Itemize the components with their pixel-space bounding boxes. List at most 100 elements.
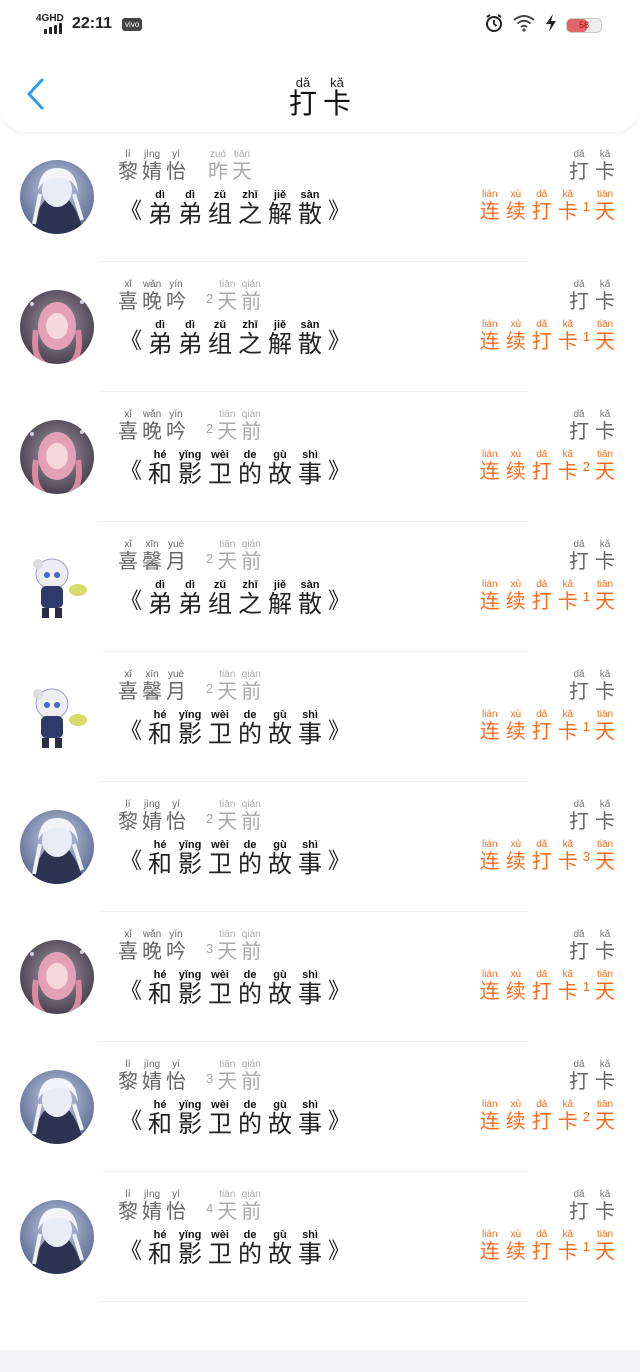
checkin-button[interactable]: dǎ 打 kǎ 卡 — [566, 410, 618, 443]
punch-char: dǎ 打 — [566, 1060, 592, 1093]
status-bar: 4GHD 22:11 vivo 58 — [0, 0, 640, 48]
list-item[interactable]: xǐ 喜 wǎn 晚 yín 吟 2 tiān 天 qián 前《 hé 和 yǐng 影 wèi 卫 de 的 gù… — [0, 392, 640, 522]
list-item[interactable]: lí 黎 jìng 婧 yí 怡 4 tiān 天 qián 前《 hé 和 yǐng 影 wèi 卫 de 的 gù… — [0, 1172, 640, 1302]
story-char: de 的 — [235, 1230, 265, 1268]
list-item[interactable]: xǐ 喜 xīn 馨 yuè 月 2 tiān 天 qián 前《 hé 和 yǐng 影 wèi 卫 de 的 gù… — [0, 652, 640, 782]
hanzi: 弟 — [178, 200, 203, 228]
story-title[interactable]: 《 dì 弟 dì 弟 zǔ 组 zhī 之 jiě 解 sàn 散》 — [120, 320, 350, 358]
checkin-button[interactable]: dǎ 打 kǎ 卡 — [566, 800, 618, 833]
story-char: gù 故 — [265, 1230, 295, 1268]
open-bracket: 《 — [120, 589, 143, 615]
list-item[interactable]: lí 黎 jìng 婧 yí 怡 2 tiān 天 qián 前《 hé 和 yǐng 影 wèi 卫 de 的 gù… — [0, 782, 640, 912]
hanzi: 影 — [178, 720, 203, 748]
hanzi: 打 — [569, 289, 589, 313]
hanzi: 婧 — [142, 1069, 162, 1093]
story-title[interactable]: 《 hé 和 yǐng 影 wèi 卫 de 的 gù 故 shì 事》 — [120, 1100, 350, 1138]
list-item[interactable]: xǐ 喜 wǎn 晚 yín 吟 2 tiān 天 qián 前《 dì 弟 dì 弟 zǔ 组 zhī 之 jiě 解… — [0, 262, 640, 392]
streak-count: 2 — [582, 1109, 590, 1124]
story-char: wèi 卫 — [205, 1100, 235, 1138]
hanzi: 天 — [595, 329, 615, 353]
hanzi: 前 — [241, 1069, 262, 1093]
story-char: dì 弟 — [145, 320, 175, 358]
story-char: wèi 卫 — [205, 840, 235, 878]
story-title[interactable]: 《 hé 和 yǐng 影 wèi 卫 de 的 gù 故 shì 事》 — [120, 970, 350, 1008]
hanzi: 故 — [268, 1110, 293, 1138]
checkin-button[interactable]: dǎ 打 kǎ 卡 — [566, 1060, 618, 1093]
days-ago-number: 2 — [206, 681, 214, 696]
list-item[interactable]: lí 黎 jìng 婧 yí 怡 zuó 昨 tiān 天《 dì 弟 dì 弟 zǔ 组 zhī 之 jiě 解 sà… — [0, 132, 640, 262]
story-title[interactable]: 《 hé 和 yǐng 影 wèi 卫 de 的 gù 故 shì 事》 — [120, 1230, 350, 1268]
hanzi: 连 — [479, 329, 500, 353]
days-ago-number: 4 — [206, 1201, 214, 1216]
hanzi: 卫 — [208, 850, 233, 878]
story-title[interactable]: 《 dì 弟 dì 弟 zǔ 组 zhī 之 jiě 解 sàn 散》 — [120, 190, 350, 228]
hanzi: 卫 — [208, 720, 233, 748]
hanzi: 打 — [288, 87, 317, 120]
streak-char: tiān天 — [592, 840, 618, 873]
story-title[interactable]: 《 hé 和 yǐng 影 wèi 卫 de 的 gù 故 shì 事》 — [120, 840, 350, 878]
hanzi: 之 — [238, 200, 263, 228]
hanzi: 馨 — [142, 679, 162, 703]
streak-char: dǎ打 — [529, 190, 555, 223]
streak-label: lián 连 xù 续 dǎ 打 kǎ 卡 1 tiān 天 — [477, 710, 618, 743]
checkin-button[interactable]: dǎ 打 kǎ 卡 — [566, 540, 618, 573]
hanzi: 之 — [238, 590, 263, 618]
hanzi: 卡 — [557, 199, 578, 223]
hanzi: 故 — [268, 460, 293, 488]
hanzi: 天 — [217, 289, 238, 313]
hanzi: 月 — [166, 549, 186, 573]
checkin-button[interactable]: dǎ 打 kǎ 卡 — [566, 930, 618, 963]
streak-char: tiān天 — [592, 1230, 618, 1263]
punch-char: dǎ 打 — [566, 540, 592, 573]
hanzi: 打 — [531, 199, 552, 223]
streak-label: lián 连 xù 续 dǎ 打 kǎ 卡 1 tiān 天 — [477, 580, 618, 613]
hanzi: 打 — [569, 809, 589, 833]
hanzi: 事 — [298, 460, 323, 488]
user-meta: lí 黎 jìng 婧 yí 怡 2 tiān 天 qián 前 — [116, 800, 263, 833]
time-char: tiān 天 — [215, 930, 239, 963]
story-title[interactable]: 《 hé 和 yǐng 影 wèi 卫 de 的 gù 故 shì 事》 — [120, 710, 350, 748]
story-char: wèi 卫 — [205, 970, 235, 1008]
list-item[interactable]: lí 黎 jìng 婧 yí 怡 3 tiān 天 qián 前《 hé 和 yǐng 影 wèi 卫 de 的 gù… — [0, 1042, 640, 1172]
hanzi: 晚 — [142, 289, 162, 313]
list-item[interactable]: xǐ 喜 xīn 馨 yuè 月 2 tiān 天 qián 前《 dì 弟 dì 弟 zǔ 组 zhī 之 jiě 解… — [0, 522, 640, 652]
alarm-icon — [484, 13, 504, 37]
streak-char: lián连 — [477, 970, 503, 1003]
app-header: dǎ 打 kǎ 卡 — [0, 48, 640, 132]
user-name: lí 黎 jìng 婧 yí 怡 — [116, 800, 188, 833]
time-char: qián 前 — [239, 280, 263, 313]
hanzi: 影 — [178, 1240, 203, 1268]
hanzi: 解 — [268, 590, 293, 618]
streak-label: lián 连 xù 续 dǎ 打 kǎ 卡 1 tiān 天 — [477, 320, 618, 353]
checkin-button[interactable]: dǎ 打 kǎ 卡 — [566, 1190, 618, 1223]
name-char: wǎn 晚 — [140, 930, 164, 963]
punch-char: kǎ 卡 — [592, 1060, 618, 1093]
story-char: yǐng 影 — [175, 1230, 205, 1268]
list-item[interactable]: xǐ 喜 wǎn 晚 yín 吟 3 tiān 天 qián 前《 hé 和 yǐng 影 wèi 卫 de 的 gù… — [0, 912, 640, 1042]
hanzi: 婧 — [142, 159, 162, 183]
time-char: qián 前 — [239, 1190, 263, 1223]
hanzi: 打 — [531, 849, 552, 873]
streak-label: lián 连 xù 续 dǎ 打 kǎ 卡 2 tiān 天 — [477, 450, 618, 483]
story-title[interactable]: 《 hé 和 yǐng 影 wèi 卫 de 的 gù 故 shì 事》 — [120, 450, 350, 488]
hanzi: 散 — [298, 590, 323, 618]
checkin-button[interactable]: dǎ 打 kǎ 卡 — [566, 670, 618, 703]
punch-char: kǎ 卡 — [592, 670, 618, 703]
name-char: yí 怡 — [164, 1190, 188, 1223]
checkin-button[interactable]: dǎ 打 kǎ 卡 — [566, 280, 618, 313]
streak-char: tiān天 — [592, 970, 618, 1003]
user-name: lí 黎 jìng 婧 yí 怡 — [116, 150, 188, 183]
story-title[interactable]: 《 dì 弟 dì 弟 zǔ 组 zhī 之 jiě 解 sàn 散》 — [120, 580, 350, 618]
hanzi: 事 — [298, 1240, 323, 1268]
hanzi: 的 — [238, 1110, 263, 1138]
streak-label: lián 连 xù 续 dǎ 打 kǎ 卡 2 tiān 天 — [477, 1100, 618, 1133]
hanzi: 喜 — [118, 419, 138, 443]
user-meta: xǐ 喜 wǎn 晚 yín 吟 2 tiān 天 qián 前 — [116, 410, 263, 443]
checkin-list[interactable]: 《和影卫的故事》dǎ打kǎ卡lián连xù续dǎ打kǎ卡4tiān天lí黎jìn… — [0, 62, 640, 1350]
streak-char: tiān天 — [592, 450, 618, 483]
story-char: zǔ 组 — [205, 190, 235, 228]
user-meta: lí 黎 jìng 婧 yí 怡 zuó 昨 tiān 天 — [116, 150, 254, 183]
story-char: yǐng 影 — [175, 970, 205, 1008]
hanzi: 打 — [531, 719, 552, 743]
checkin-button[interactable]: dǎ 打 kǎ 卡 — [566, 150, 618, 183]
